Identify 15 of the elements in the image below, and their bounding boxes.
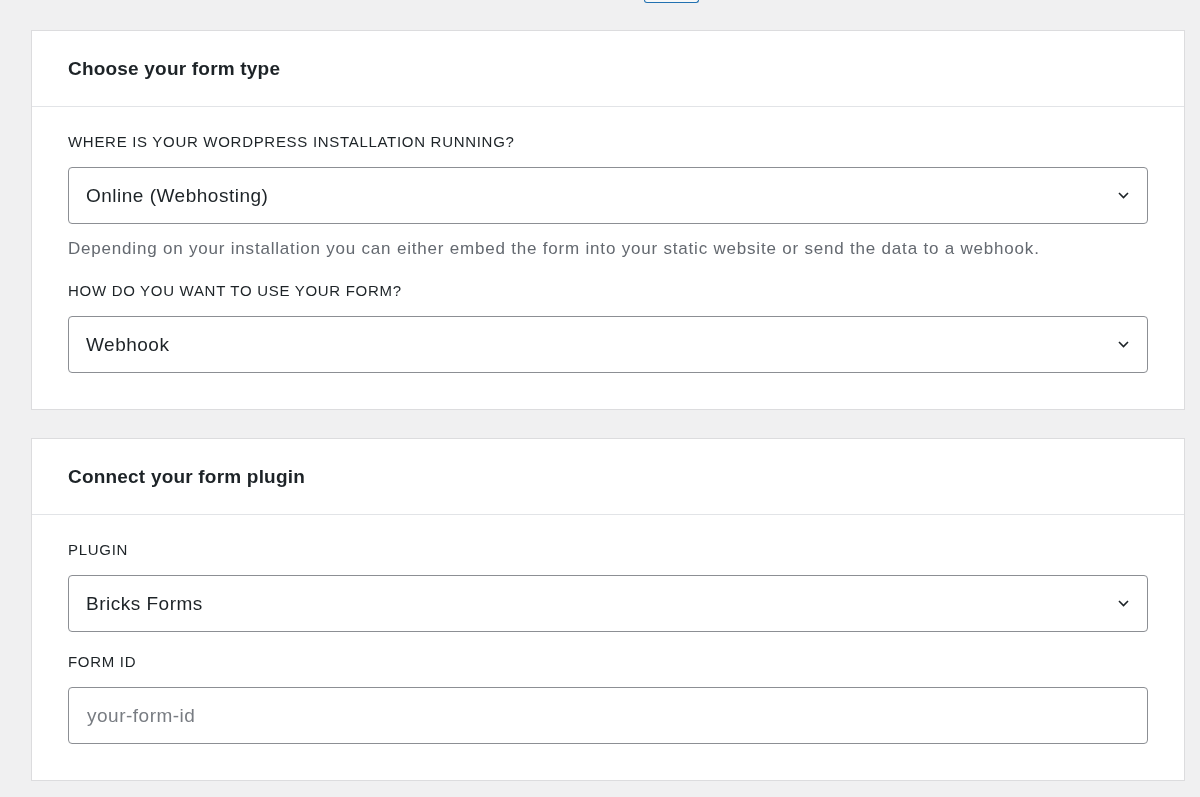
input-field[interactable]: your-form-id (68, 687, 1148, 744)
field-label: PLUGIN (68, 541, 129, 559)
help-text: Depending on your installation you can either embed the form into your static website or send the data to a webhook. (68, 238, 1041, 260)
chevron-down-icon (1118, 341, 1129, 348)
field-label: HOW DO YOU WANT TO USE YOUR FORM? (68, 282, 402, 300)
card-title: Connect your form plugin (68, 464, 305, 489)
select-field[interactable]: Bricks Forms (68, 575, 1148, 632)
field-label: FORM ID (68, 653, 137, 671)
select-field[interactable]: Webhook (68, 316, 1148, 373)
card-title: Choose your form type (68, 56, 281, 81)
chevron-down-icon (1118, 192, 1129, 199)
select-field[interactable]: Online (Webhosting) (68, 167, 1148, 224)
field-label: WHERE IS YOUR WORDPRESS INSTALLATION RUNNING? (68, 133, 515, 151)
chevron-down-icon (1118, 600, 1129, 607)
button[interactable] (644, 0, 699, 3)
